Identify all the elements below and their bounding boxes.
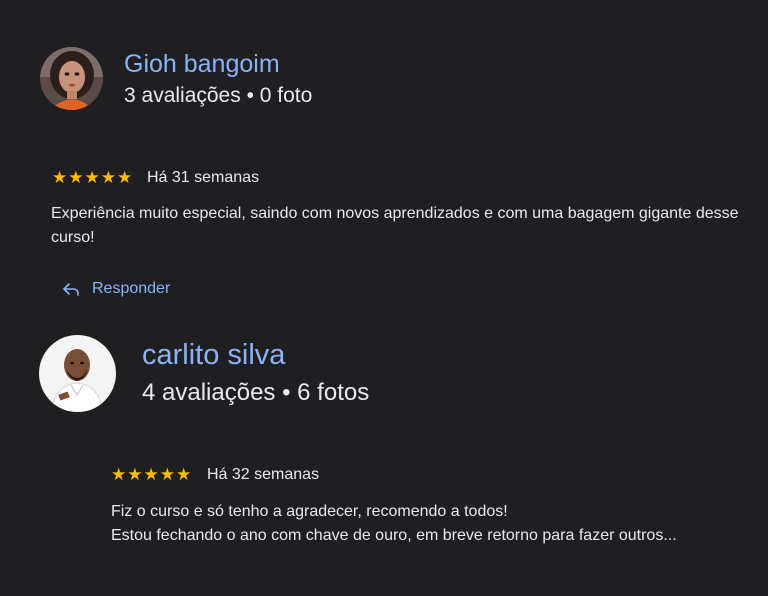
star-icon: ★ xyxy=(143,465,159,484)
star-icon: ★ xyxy=(117,168,133,187)
review-time: Há 32 semanas xyxy=(207,466,320,483)
review-text: Fiz o curso e só tenho a agradecer, reco… xyxy=(111,500,751,548)
star-icon: ★ xyxy=(176,465,192,484)
reply-arrow-icon xyxy=(62,281,80,297)
star-icon: ★ xyxy=(127,465,143,484)
avatar-image xyxy=(39,335,116,412)
review-text-line: Estou fechando o ano com chave de ouro, … xyxy=(111,527,677,544)
reply-label: Responder xyxy=(92,280,171,297)
star-rating: ★ ★ ★ ★ ★ xyxy=(52,169,132,186)
avatar-image xyxy=(40,47,103,110)
author-stats: 3 avaliações • 0 foto xyxy=(124,84,313,107)
star-icon: ★ xyxy=(52,168,68,187)
review-time: Há 31 semanas xyxy=(147,169,260,186)
star-icon: ★ xyxy=(100,168,116,187)
star-icon: ★ xyxy=(84,168,100,187)
star-rating: ★ ★ ★ ★ ★ xyxy=(111,466,191,483)
reply-button[interactable]: Responder xyxy=(62,280,170,298)
star-icon: ★ xyxy=(111,465,127,484)
author-name[interactable]: carlito silva xyxy=(142,339,285,372)
star-icon: ★ xyxy=(68,168,84,187)
avatar[interactable] xyxy=(40,47,103,110)
star-icon: ★ xyxy=(159,465,175,484)
review-text-line: Fiz o curso e só tenho a agradecer, reco… xyxy=(111,503,508,520)
reviews-page: Gioh bangoim 3 avaliações • 0 foto ★ ★ ★… xyxy=(0,0,768,596)
author-name[interactable]: Gioh bangoim xyxy=(124,50,280,79)
avatar[interactable] xyxy=(39,335,116,412)
review-text: Experiência muito especial, saindo com n… xyxy=(51,205,739,246)
author-stats: 4 avaliações • 6 fotos xyxy=(142,379,370,406)
